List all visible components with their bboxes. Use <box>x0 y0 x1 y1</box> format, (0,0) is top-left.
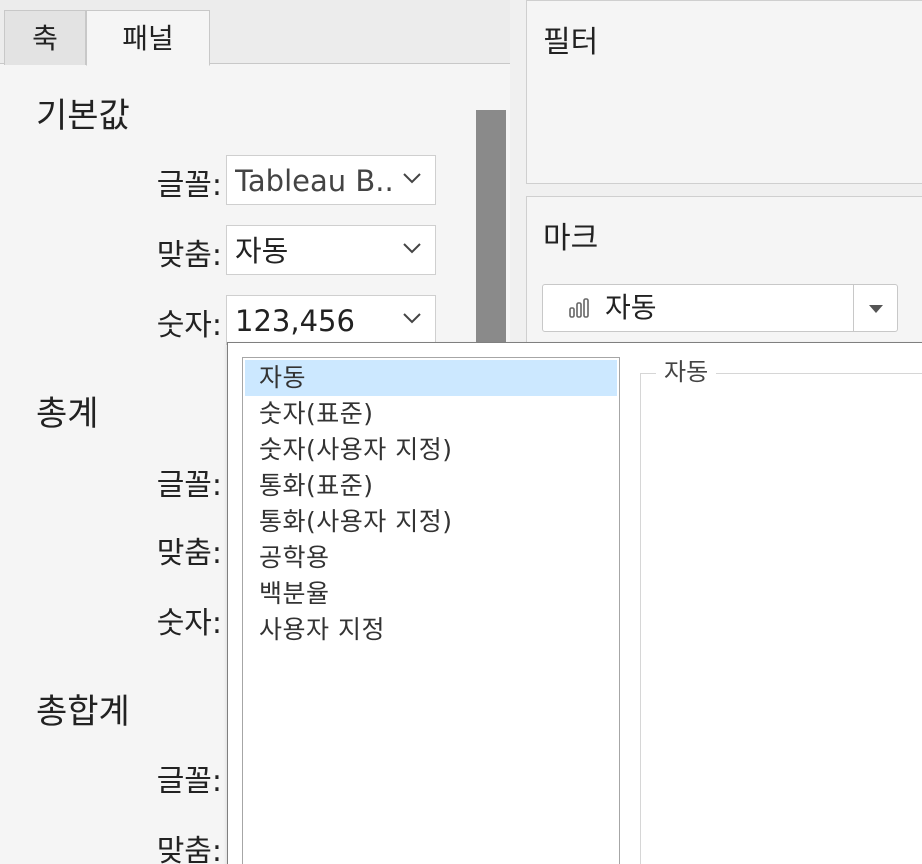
dropdown-divider <box>853 285 854 331</box>
format-item-custom[interactable]: 사용자 지정 <box>245 612 617 648</box>
scrollbar-thumb[interactable] <box>476 110 506 350</box>
format-item-number-custom[interactable]: 숫자(사용자 지정) <box>245 432 617 468</box>
grand-totals-align-label: 맞춤: <box>156 834 222 864</box>
filters-title: 필터 <box>543 25 599 60</box>
default-number-value: 123,456 <box>235 304 355 338</box>
format-item-auto[interactable]: 자동 <box>245 360 617 396</box>
tab-axis[interactable]: 축 <box>4 10 86 65</box>
format-item-currency-custom[interactable]: 통화(사용자 지정) <box>245 504 617 540</box>
section-title-default: 기본값 <box>36 96 130 136</box>
format-options-group-title: 자동 <box>656 357 717 387</box>
number-format-list[interactable]: 자동 숫자(표준) 숫자(사용자 지정) 통화(표준) 통화(사용자 지정) 공… <box>242 357 620 864</box>
totals-number-label: 숫자: <box>156 606 222 641</box>
format-item-percentage[interactable]: 백분율 <box>245 576 617 612</box>
format-tab-strip: 축 패널 <box>0 0 510 66</box>
default-align-label: 맞춤: <box>156 238 222 273</box>
format-item-currency-standard[interactable]: 통화(표준) <box>245 468 617 504</box>
default-align-dropdown[interactable]: 자동 <box>226 225 436 275</box>
format-item-scientific[interactable]: 공학용 <box>245 540 617 576</box>
totals-align-label: 맞춤: <box>156 536 222 571</box>
caret-down-icon[interactable] <box>869 305 883 313</box>
section-title-totals: 총계 <box>36 394 99 434</box>
number-format-popup: 자동 숫자(표준) 숫자(사용자 지정) 통화(표준) 통화(사용자 지정) 공… <box>227 342 922 864</box>
totals-font-label: 글꼴: <box>156 468 222 503</box>
marks-title: 마크 <box>543 221 599 256</box>
chevron-down-icon <box>403 243 421 254</box>
default-font-dropdown[interactable]: Tableau B.. <box>226 155 436 205</box>
chevron-down-icon <box>403 313 421 324</box>
format-item-number-standard[interactable]: 숫자(표준) <box>245 396 617 432</box>
default-font-label: 글꼴: <box>156 168 222 203</box>
grand-totals-font-label: 글꼴: <box>156 764 222 799</box>
default-number-dropdown[interactable]: 123,456 <box>226 295 436 345</box>
filters-card[interactable]: 필터 <box>526 0 922 184</box>
mark-type-value: 자동 <box>605 291 657 324</box>
bar-chart-icon <box>569 298 589 318</box>
tab-panel[interactable]: 패널 <box>86 10 210 66</box>
format-options-group <box>640 373 922 864</box>
default-font-value: Tableau B.. <box>235 164 394 198</box>
chevron-down-icon <box>403 173 421 184</box>
default-align-value: 자동 <box>235 234 289 268</box>
section-title-grand-totals: 총합계 <box>36 692 130 732</box>
default-number-label: 숫자: <box>156 308 222 343</box>
mark-type-dropdown[interactable]: 자동 <box>542 284 898 332</box>
